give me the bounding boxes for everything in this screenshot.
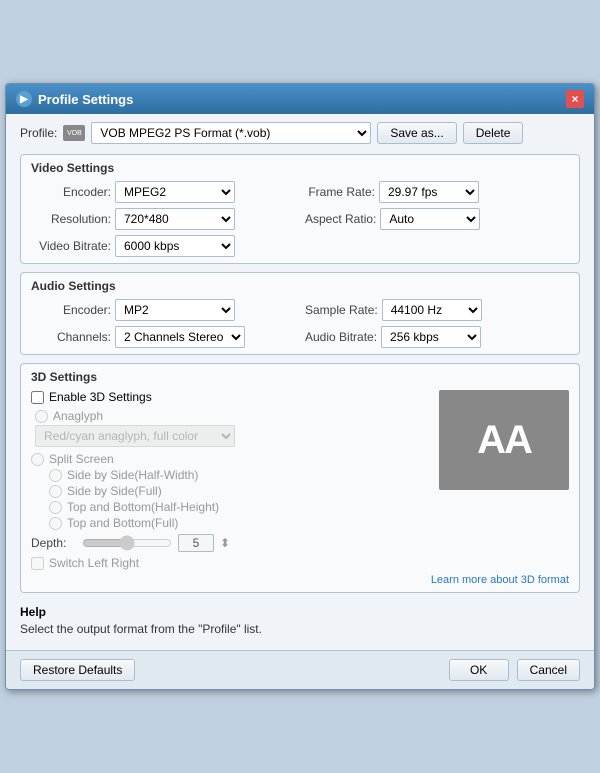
audio-bitrate-select[interactable]: 256 kbps [381, 326, 481, 348]
depth-label: Depth: [31, 536, 76, 550]
aspect-ratio-select[interactable]: Auto [380, 208, 480, 230]
top-bottom-full-label: Top and Bottom(Full) [67, 516, 178, 530]
video-bitrate-label: Video Bitrate: [31, 239, 111, 253]
profile-label: Profile: [20, 126, 57, 140]
resolution-row: Resolution: 720*480 [31, 208, 295, 230]
footer: Restore Defaults OK Cancel [6, 650, 594, 689]
anaglyph-radio[interactable] [35, 410, 48, 423]
enable-3d-row: Enable 3D Settings [31, 390, 429, 404]
video-bitrate-row: Video Bitrate: 6000 kbps [31, 235, 295, 257]
side-by-side-half-label: Side by Side(Half-Width) [67, 468, 198, 482]
audio-bitrate-label: Audio Bitrate: [305, 330, 377, 344]
sample-rate-select[interactable]: 44100 Hz [382, 299, 482, 321]
anaglyph-type-select[interactable]: Red/cyan anaglyph, full color [35, 425, 235, 447]
audio-settings-title: Audio Settings [31, 279, 569, 293]
aspect-ratio-label: Aspect Ratio: [305, 212, 376, 226]
help-section: Help Select the output format from the "… [20, 601, 580, 642]
audio-encoder-row: Encoder: MP2 [31, 299, 295, 321]
sample-rate-label: Sample Rate: [305, 303, 378, 317]
app-icon: ▶ [16, 91, 32, 107]
audio-bitrate-row: Audio Bitrate: 256 kbps [305, 326, 569, 348]
video-bitrate-select[interactable]: 6000 kbps [115, 235, 235, 257]
side-by-side-full-row: Side by Side(Full) [49, 484, 429, 498]
dialog-body: Profile: VOB VOB MPEG2 PS Format (*.vob)… [6, 114, 594, 650]
split-screen-radio-row: Split Screen [31, 452, 429, 466]
enable-3d-label[interactable]: Enable 3D Settings [49, 390, 152, 404]
3d-settings-section: 3D Settings Enable 3D Settings Anaglyph [20, 363, 580, 593]
top-bottom-half-radio[interactable] [49, 501, 62, 514]
help-text: Select the output format from the "Profi… [20, 622, 580, 636]
channels-select[interactable]: 2 Channels Stereo [115, 326, 245, 348]
title-bar-left: ▶ Profile Settings [16, 91, 133, 107]
side-by-side-full-radio[interactable] [49, 485, 62, 498]
anaglyph-radio-row: Anaglyph [35, 409, 429, 423]
save-as-button[interactable]: Save as... [377, 122, 456, 144]
switch-left-right-checkbox[interactable] [31, 557, 44, 570]
anaglyph-label: Anaglyph [53, 409, 103, 423]
audio-settings-grid: Encoder: MP2 Sample Rate: 44100 Hz Chann… [31, 299, 569, 348]
audio-encoder-select[interactable]: MP2 [115, 299, 235, 321]
3d-preview-text: AA [477, 418, 531, 463]
profile-format-icon: VOB [63, 125, 85, 141]
depth-input[interactable] [178, 534, 214, 552]
split-screen-radio[interactable] [31, 453, 44, 466]
help-title: Help [20, 605, 580, 619]
3d-preview: AA [439, 390, 569, 490]
restore-defaults-button[interactable]: Restore Defaults [20, 659, 135, 681]
side-by-side-half-row: Side by Side(Half-Width) [49, 468, 429, 482]
audio-settings-section: Audio Settings Encoder: MP2 Sample Rate:… [20, 272, 580, 355]
video-settings-grid: Encoder: MPEG2 Frame Rate: 29.97 fps Res… [31, 181, 569, 257]
video-settings-section: Video Settings Encoder: MPEG2 Frame Rate… [20, 154, 580, 264]
aspect-ratio-row: Aspect Ratio: Auto [305, 208, 569, 230]
depth-row: Depth: ⬍ [31, 534, 429, 552]
channels-row: Channels: 2 Channels Stereo [31, 326, 295, 348]
resolution-label: Resolution: [31, 212, 111, 226]
resolution-select[interactable]: 720*480 [115, 208, 235, 230]
split-screen-label: Split Screen [49, 452, 114, 466]
top-bottom-half-label: Top and Bottom(Half-Height) [67, 500, 219, 514]
learn-more-link[interactable]: Learn more about 3D format [31, 574, 569, 586]
profile-row: Profile: VOB VOB MPEG2 PS Format (*.vob)… [20, 122, 580, 144]
encoder-row: Encoder: MPEG2 [31, 181, 295, 203]
anaglyph-group: Anaglyph Red/cyan anaglyph, full color [35, 409, 429, 447]
footer-right: OK Cancel [449, 659, 580, 681]
switch-left-right-label: Switch Left Right [49, 556, 139, 570]
top-bottom-half-row: Top and Bottom(Half-Height) [49, 500, 429, 514]
split-screen-options: Side by Side(Half-Width) Side by Side(Fu… [49, 468, 429, 530]
frame-rate-row: Frame Rate: 29.97 fps [305, 181, 569, 203]
top-bottom-full-row: Top and Bottom(Full) [49, 516, 429, 530]
audio-encoder-label: Encoder: [31, 303, 111, 317]
delete-button[interactable]: Delete [463, 122, 524, 144]
frame-rate-select[interactable]: 29.97 fps [379, 181, 479, 203]
frame-rate-label: Frame Rate: [305, 185, 375, 199]
3d-settings-title: 3D Settings [31, 370, 569, 384]
side-by-side-full-label: Side by Side(Full) [67, 484, 162, 498]
ok-button[interactable]: OK [449, 659, 509, 681]
enable-3d-checkbox[interactable] [31, 391, 44, 404]
side-by-side-half-radio[interactable] [49, 469, 62, 482]
encoder-label: Encoder: [31, 185, 111, 199]
title-bar: ▶ Profile Settings × [6, 84, 594, 114]
dialog-window: ▶ Profile Settings × Profile: VOB VOB MP… [5, 83, 595, 690]
video-settings-title: Video Settings [31, 161, 569, 175]
dialog-title: Profile Settings [38, 92, 133, 107]
split-screen-group: Split Screen Side by Side(Half-Width) Si… [31, 452, 429, 530]
switch-left-right-row: Switch Left Right [31, 556, 429, 570]
encoder-select[interactable]: MPEG2 [115, 181, 235, 203]
channels-label: Channels: [31, 330, 111, 344]
cancel-button[interactable]: Cancel [517, 659, 580, 681]
profile-select[interactable]: VOB MPEG2 PS Format (*.vob) [91, 122, 371, 144]
depth-spinner-icon: ⬍ [220, 536, 230, 550]
sample-rate-row: Sample Rate: 44100 Hz [305, 299, 569, 321]
3d-settings-inner: Enable 3D Settings Anaglyph Red/cyan ana… [31, 390, 569, 570]
3d-settings-left: Enable 3D Settings Anaglyph Red/cyan ana… [31, 390, 429, 570]
top-bottom-full-radio[interactable] [49, 517, 62, 530]
depth-slider[interactable] [82, 536, 172, 550]
close-button[interactable]: × [566, 90, 584, 108]
